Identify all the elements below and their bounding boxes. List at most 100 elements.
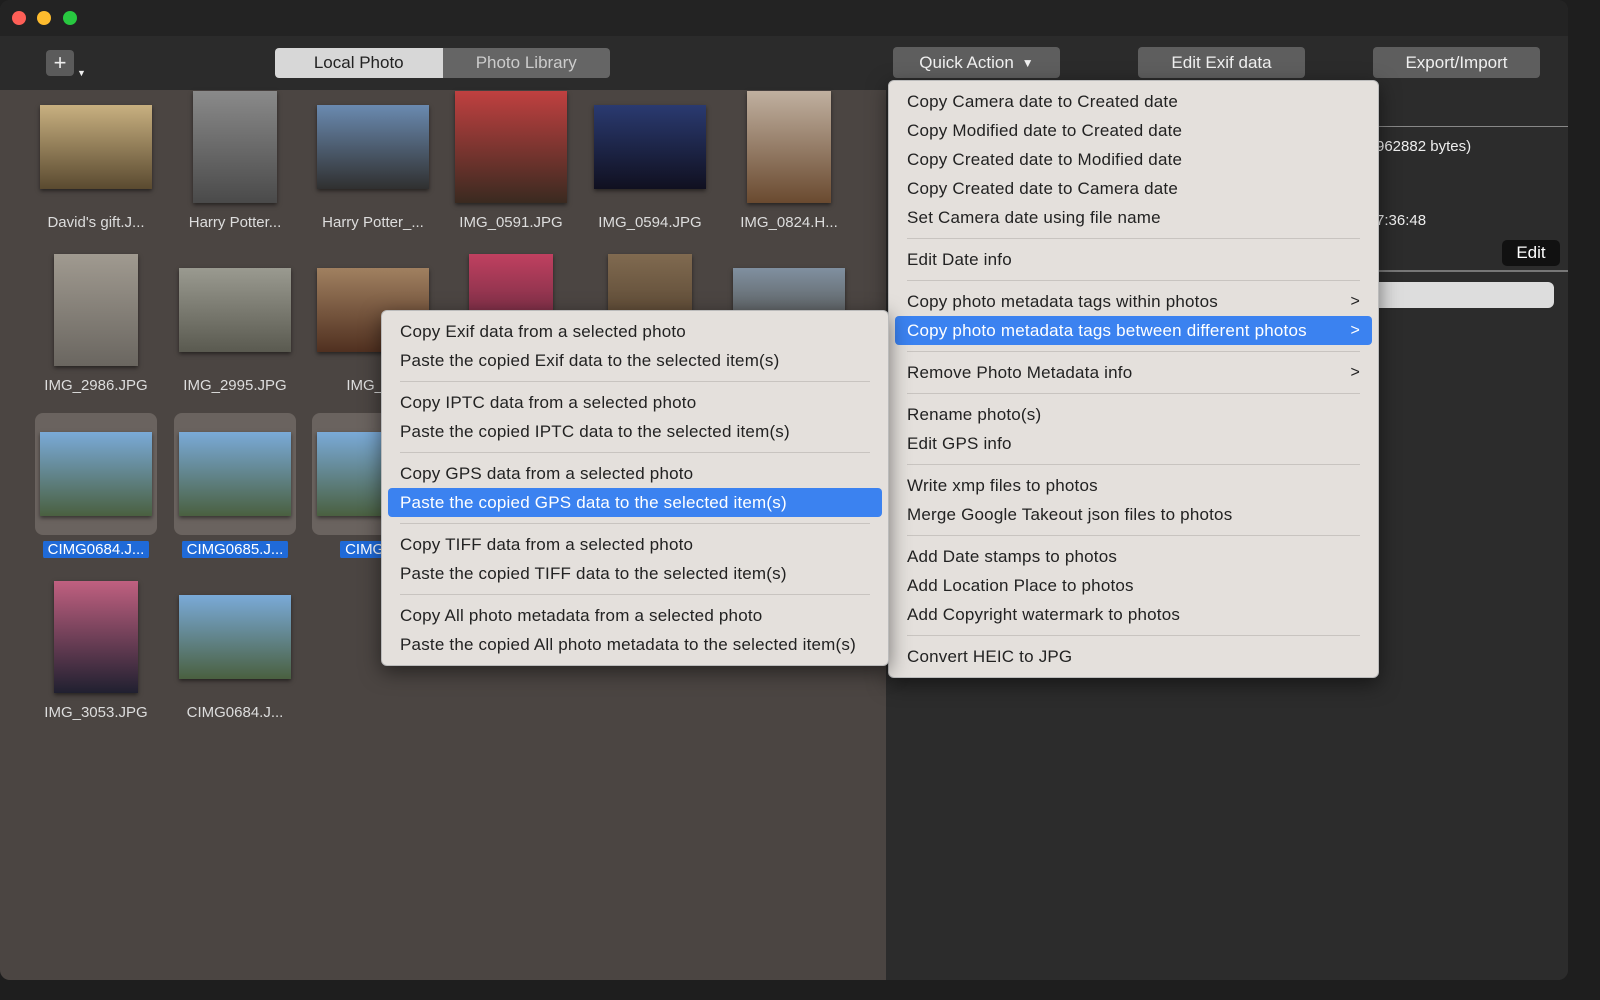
photo-thumbnail[interactable] xyxy=(312,86,434,208)
filename-text: IMG_3053.JPG xyxy=(44,704,148,721)
quick-action-button[interactable]: Quick Action ▼ xyxy=(893,47,1060,78)
menu-item[interactable]: Copy IPTC data from a selected photo xyxy=(388,388,882,417)
menu-item-label: Add Copyright watermark to photos xyxy=(907,605,1181,624)
close-button[interactable] xyxy=(12,11,26,25)
photo-thumbnail[interactable] xyxy=(35,576,157,698)
menu-item[interactable]: Merge Google Takeout json files to photo… xyxy=(895,500,1372,529)
menu-item[interactable]: Paste the copied GPS data to the selecte… xyxy=(388,488,882,517)
photo-filename[interactable]: Harry Potter... xyxy=(170,214,300,231)
photo-filename[interactable]: IMG_2986.JPG xyxy=(31,377,161,394)
menu-item[interactable]: Write xmp files to photos xyxy=(895,471,1372,500)
edit-button[interactable]: Edit xyxy=(1502,240,1560,266)
photo-filename[interactable]: IMG_2995.JPG xyxy=(170,377,300,394)
menu-item[interactable]: Add Date stamps to photos xyxy=(895,542,1372,571)
menu-item[interactable]: Paste the copied Exif data to the select… xyxy=(388,346,882,375)
photo-thumbnail[interactable] xyxy=(728,86,850,208)
photo-filename[interactable]: IMG_0594.JPG xyxy=(585,214,715,231)
metadata-copy-submenu: Copy Exif data from a selected photo Past… xyxy=(381,310,889,666)
menu-item[interactable]: Copy All photo metadata from a selected … xyxy=(388,601,882,630)
menu-separator xyxy=(907,464,1360,465)
menu-item[interactable]: Copy Modified date to Created date xyxy=(895,116,1372,145)
app-window: + ▼ Local Photo Photo Library Quick Acti… xyxy=(0,0,1568,980)
tab-local-photo[interactable]: Local Photo xyxy=(275,48,443,78)
menu-item-label: Rename photo(s) xyxy=(907,405,1042,424)
photo-filename[interactable]: IMG_0824.H... xyxy=(724,214,854,231)
photo-thumbnail[interactable] xyxy=(174,249,296,371)
menu-item-label: Set Camera date using file name xyxy=(907,208,1161,227)
quick-action-menu: Copy Camera date to Created date Copy Mod… xyxy=(888,80,1379,678)
filename-text: IMG_2995.JPG xyxy=(183,377,287,394)
file-size-text: 962882 bytes) xyxy=(1376,138,1472,155)
plus-icon: + xyxy=(53,50,67,75)
add-button[interactable]: + xyxy=(46,50,74,76)
photo-thumbnail[interactable] xyxy=(174,413,296,535)
menu-item[interactable]: Edit GPS info xyxy=(895,429,1372,458)
photo-image xyxy=(54,581,138,693)
menu-item[interactable]: Remove Photo Metadata info > xyxy=(895,358,1372,387)
menu-separator xyxy=(907,351,1360,352)
menu-item[interactable]: Copy Created date to Modified date xyxy=(895,145,1372,174)
menu-item[interactable]: Copy TIFF data from a selected photo xyxy=(388,530,882,559)
menu-item-label: Copy Created date to Camera date xyxy=(907,179,1178,198)
chevron-right-icon: > xyxy=(1350,364,1360,381)
menu-item[interactable]: Copy Camera date to Created date xyxy=(895,87,1372,116)
title-bar xyxy=(0,0,1568,36)
photo-thumbnail[interactable] xyxy=(35,86,157,208)
photo-filename[interactable]: David's gift.J... xyxy=(31,214,161,231)
minimize-button[interactable] xyxy=(37,11,51,25)
chevron-right-icon: > xyxy=(1350,322,1360,339)
menu-separator xyxy=(907,535,1360,536)
photo-filename[interactable]: IMG_0591.JPG xyxy=(446,214,576,231)
dropdown-caret-icon[interactable]: ▼ xyxy=(77,68,86,78)
photo-filename[interactable]: CIMG0684.J... xyxy=(170,704,300,721)
menu-item[interactable]: Copy Exif data from a selected photo xyxy=(388,317,882,346)
menu-item[interactable]: Copy photo metadata tags within photos > xyxy=(895,287,1372,316)
menu-item-label: Convert HEIC to JPG xyxy=(907,647,1073,666)
menu-item[interactable]: Paste the copied TIFF data to the select… xyxy=(388,559,882,588)
photo-filename[interactable]: Harry Potter_... xyxy=(308,214,438,231)
photo-filename[interactable]: CIMG0684.J... xyxy=(31,541,161,558)
filename-text: Harry Potter_... xyxy=(322,214,424,231)
menu-item[interactable]: Edit Date info xyxy=(895,245,1372,274)
menu-item[interactable]: Copy GPS data from a selected photo xyxy=(388,459,882,488)
edit-exif-button[interactable]: Edit Exif data xyxy=(1138,47,1305,78)
photo-thumbnail[interactable] xyxy=(174,576,296,698)
filename-text: IMG_0591.JPG xyxy=(459,214,563,231)
menu-item-label: Paste the copied TIFF data to the select… xyxy=(400,564,787,583)
menu-item[interactable]: Paste the copied All photo metadata to t… xyxy=(388,630,882,659)
menu-item[interactable]: Copy Created date to Camera date xyxy=(895,174,1372,203)
photo-thumbnail[interactable] xyxy=(450,86,572,208)
filename-text: CIMG0685.J... xyxy=(181,541,289,558)
menu-item-label: Copy GPS data from a selected photo xyxy=(400,464,694,483)
menu-item-label: Paste the copied GPS data to the selecte… xyxy=(400,493,787,512)
menu-item-label: Copy Modified date to Created date xyxy=(907,121,1183,140)
text-field[interactable] xyxy=(1366,282,1554,308)
photo-filename[interactable]: IMG_3053.JPG xyxy=(31,704,161,721)
photo-thumbnail[interactable] xyxy=(174,86,296,208)
menu-item-label: Paste the copied Exif data to the select… xyxy=(400,351,780,370)
menu-item[interactable]: Add Location Place to photos xyxy=(895,571,1372,600)
menu-item[interactable]: Add Copyright watermark to photos xyxy=(895,600,1372,629)
menu-item-label: Copy Camera date to Created date xyxy=(907,92,1178,111)
menu-separator xyxy=(400,452,870,453)
filename-text: CIMG0684.J... xyxy=(186,704,284,721)
export-import-button[interactable]: Export/Import xyxy=(1373,47,1540,78)
photo-thumbnail[interactable] xyxy=(35,413,157,535)
tab-photo-library[interactable]: Photo Library xyxy=(442,48,610,78)
menu-item[interactable]: Copy photo metadata tags between differe… xyxy=(895,316,1372,345)
menu-separator xyxy=(907,393,1360,394)
menu-item[interactable]: Set Camera date using file name xyxy=(895,203,1372,232)
menu-item[interactable]: Rename photo(s) xyxy=(895,400,1372,429)
photo-filename[interactable]: CIMG0685.J... xyxy=(170,541,300,558)
photo-thumbnail[interactable] xyxy=(35,249,157,371)
photo-image xyxy=(179,432,291,516)
menu-item[interactable]: Convert HEIC to JPG xyxy=(895,642,1372,671)
menu-item-label: Copy TIFF data from a selected photo xyxy=(400,535,694,554)
filename-text: David's gift.J... xyxy=(47,214,145,231)
menu-item[interactable]: Paste the copied IPTC data to the select… xyxy=(388,417,882,446)
zoom-button[interactable] xyxy=(63,11,77,25)
menu-item-label: Add Date stamps to photos xyxy=(907,547,1118,566)
photo-thumbnail[interactable] xyxy=(589,86,711,208)
photo-image xyxy=(317,105,429,189)
menu-item-label: Copy photo metadata tags within photos xyxy=(907,292,1218,311)
